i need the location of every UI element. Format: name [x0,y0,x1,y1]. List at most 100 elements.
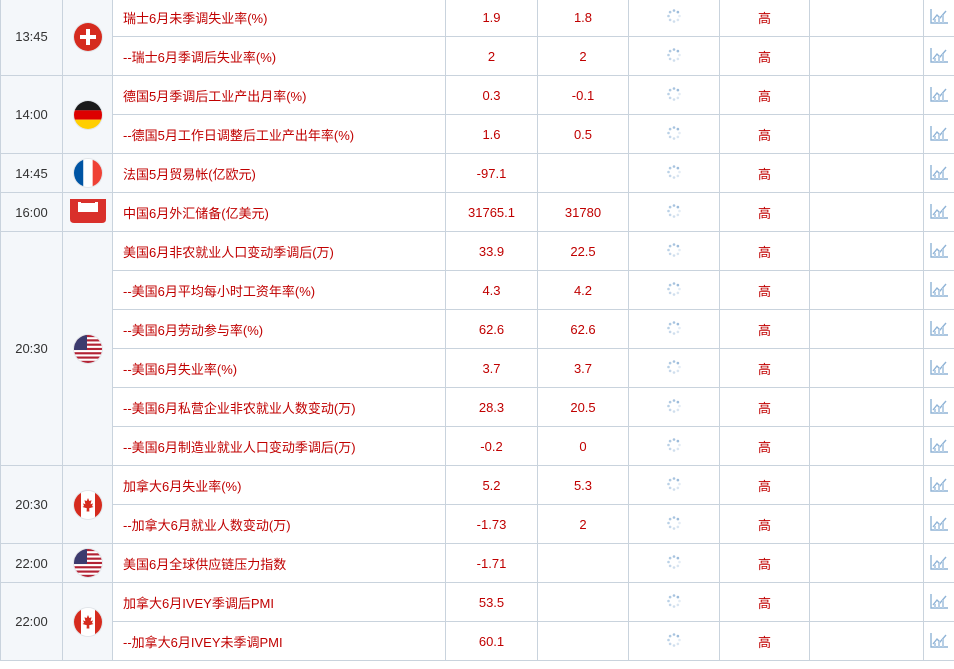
event-name[interactable]: 美国6月非农就业人口变动季调后(万) [112,231,446,271]
loading-spinner-icon [666,359,682,378]
actual-value: 1.6 [445,114,538,154]
importance-label: 高 [719,426,810,466]
event-name[interactable]: 法国5月贸易帐(亿欧元) [112,153,446,193]
event-name[interactable]: --美国6月劳动参与率(%) [112,309,446,349]
loading-spinner-icon [666,515,682,534]
time-cell: 22:00 [0,582,63,661]
blank-cell [809,387,924,427]
chart-icon[interactable] [929,631,949,652]
importance-label: 高 [719,543,810,583]
importance-label: 高 [719,0,810,37]
blank-cell [809,114,924,154]
chart-icon[interactable] [929,358,949,379]
table-row: --美国6月劳动参与率(%) 62.6 62.6 高 [1,309,954,349]
forecast-value: 31780 [537,192,629,232]
importance-label: 高 [719,504,810,544]
importance-label: 高 [719,153,810,193]
loading-spinner-icon [666,125,682,144]
loading-spinner-icon [666,47,682,66]
importance-label: 高 [719,309,810,349]
switzerland-flag-icon [73,22,102,51]
chart-icon[interactable] [929,7,949,28]
table-row: 13:45 瑞士6月未季调失业率(%) 1.9 1.8 高 [0,0,954,76]
event-name[interactable]: --加拿大6月IVEY未季调PMI [112,621,446,661]
event-name[interactable]: --瑞士6月季调后失业率(%) [112,36,446,76]
event-name[interactable]: 美国6月全球供应链压力指数 [112,543,446,583]
importance-label: 高 [719,114,810,154]
blank-cell [809,36,924,76]
actual-value: 5.2 [445,465,538,505]
chart-icon[interactable] [929,124,949,145]
blank-cell [809,465,924,505]
event-name[interactable]: 德国5月季调后工业产出月率(%) [112,75,446,115]
forecast-value: 2 [537,504,629,544]
table-row: --加拿大6月就业人数变动(万) -1.73 2 高 [1,504,954,544]
chart-icon[interactable] [929,163,949,184]
importance-label: 高 [719,75,810,115]
importance-label: 高 [719,465,810,505]
event-name[interactable]: 瑞士6月未季调失业率(%) [112,0,446,37]
table-row: --加拿大6月IVEY未季调PMI 60.1 高 [1,621,954,661]
chart-icon[interactable] [929,475,949,496]
event-name[interactable]: 中国6月外汇储备(亿美元) [112,192,446,232]
table-row: --美国6月私营企业非农就业人数变动(万) 28.3 20.5 高 [1,387,954,427]
chart-icon[interactable] [929,319,949,340]
chart-icon[interactable] [929,553,949,574]
blank-cell [809,504,924,544]
forecast-value: 3.7 [537,348,629,388]
event-name[interactable]: --美国6月平均每小时工资年率(%) [112,270,446,310]
forecast-value: 20.5 [537,387,629,427]
event-name[interactable]: --加拿大6月就业人数变动(万) [112,504,446,544]
chart-icon[interactable] [929,202,949,223]
importance-label: 高 [719,231,810,271]
loading-spinner-icon [666,398,682,417]
table-row: 14:00 德国5月季调后工业产出月率(%) 0.3 -0.1 高 [0,75,954,154]
time-cell: 14:00 [0,75,63,154]
blank-cell [809,348,924,388]
time-cell: 14:45 [0,153,63,193]
event-name[interactable]: --美国6月失业率(%) [112,348,446,388]
chart-icon[interactable] [929,85,949,106]
actual-value: 1.9 [445,0,538,37]
chart-icon[interactable] [929,397,949,418]
blank-cell [809,231,924,271]
usa-flag-icon [73,549,102,577]
blank-cell [809,75,924,115]
time-cell: 20:30 [0,465,63,544]
table-row: --美国6月失业率(%) 3.7 3.7 高 [1,348,954,388]
chart-icon[interactable] [929,436,949,457]
loading-spinner-icon [666,242,682,261]
forecast-value [537,543,629,583]
loading-spinner-icon [666,164,682,183]
time-cell: 22:00 [0,543,63,583]
importance-label: 高 [719,270,810,310]
chart-icon[interactable] [929,592,949,613]
event-name[interactable]: 加拿大6月IVEY季调后PMI [112,582,446,622]
chart-icon[interactable] [929,241,949,262]
forecast-value: 22.5 [537,231,629,271]
importance-label: 高 [719,387,810,427]
blank-cell [809,0,924,37]
loading-spinner-icon [666,281,682,300]
table-row: 16:00 中国6月外汇储备(亿美元) 31765.1 31780 高 [0,192,954,232]
table-row: --美国6月平均每小时工资年率(%) 4.3 4.2 高 [1,270,954,310]
actual-value: 3.7 [445,348,538,388]
event-name[interactable]: --美国6月制造业就业人口变动季调后(万) [112,426,446,466]
event-name[interactable]: --美国6月私营企业非农就业人数变动(万) [112,387,446,427]
germany-flag-icon [73,100,102,129]
table-row: 20:30 加拿大6月失业率(%) 5.2 5.3 高 [0,465,954,544]
actual-value: 60.1 [445,621,538,661]
chart-icon[interactable] [929,280,949,301]
forecast-value [537,582,629,622]
loading-spinner-icon [666,203,682,222]
forecast-value [537,153,629,193]
table-row: 14:45 法国5月贸易帐(亿欧元) -97.1 高 [0,153,954,193]
time-cell: 20:30 [0,231,63,466]
blank-cell [809,153,924,193]
event-name[interactable]: --德国5月工作日调整后工业产出年率(%) [112,114,446,154]
chart-icon[interactable] [929,514,949,535]
actual-value: 0.3 [445,75,538,115]
chart-icon[interactable] [929,46,949,67]
blank-cell [809,192,924,232]
event-name[interactable]: 加拿大6月失业率(%) [112,465,446,505]
